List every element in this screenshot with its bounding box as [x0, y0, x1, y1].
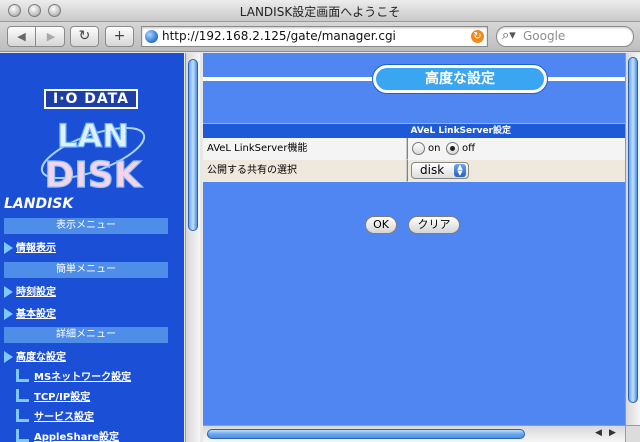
title-rule-right: [547, 77, 625, 81]
browser-toolbar: ◀ ▶ ↻ + http://192.168.2.125/gate/manage…: [0, 22, 640, 52]
globe-icon: [145, 30, 158, 43]
sidebar-subitem-tcpip[interactable]: TCP/IP設定: [16, 388, 90, 407]
table-row: 公開する共有の選択 disk ▲ ▼: [203, 160, 625, 182]
main-scroll-thumb[interactable]: [628, 57, 638, 403]
brand-label: LANDISK: [4, 196, 74, 212]
add-bookmark-button[interactable]: +: [105, 26, 134, 47]
tree-elbow-icon: [16, 408, 29, 422]
browser-window: LANDISK設定画面へようこそ ◀ ▶ ↻ + http://192.168.…: [0, 0, 640, 442]
title-bar: LANDISK設定画面へようこそ: [0, 0, 640, 22]
horizontal-scroll-thumb[interactable]: [207, 429, 525, 439]
row-value-share: disk ▲ ▼: [408, 160, 625, 182]
sidebar-item-advanced[interactable]: 高度な設定: [4, 350, 66, 366]
sidebar-scroll-thumb[interactable]: [188, 59, 198, 231]
sidebar-item-time[interactable]: 時刻設定: [4, 285, 56, 301]
radio-off[interactable]: [446, 142, 459, 155]
ok-button[interactable]: OK: [365, 216, 397, 234]
settings-table: AVeL LinkServer設定 AVeL LinkServer機能 on o…: [203, 123, 625, 182]
row-label-share: 公開する共有の選択: [203, 160, 407, 182]
sidebar-subitem-service[interactable]: サービス設定: [16, 408, 94, 427]
radio-on-label: on: [428, 143, 441, 154]
radio-off-label: off: [462, 143, 476, 154]
main-scrollbar[interactable]: [625, 53, 640, 425]
iodata-logo: I·O DATA: [44, 89, 138, 109]
section-header-simple: 簡単メニュー: [4, 262, 168, 278]
table-header: AVeL LinkServer設定: [203, 123, 625, 138]
window-title: LANDISK設定画面へようこそ: [239, 5, 401, 19]
reload-button[interactable]: ↻: [70, 26, 99, 47]
nav-button-group: ◀ ▶: [7, 26, 65, 47]
back-button[interactable]: ◀: [8, 27, 36, 46]
horizontal-scrollbar[interactable]: ◀ ▶: [203, 425, 625, 442]
table-row: AVeL LinkServer機能 on off: [203, 138, 625, 160]
search-placeholder: Google: [523, 29, 566, 43]
share-select-value: disk: [420, 163, 445, 177]
scroll-left-icon[interactable]: ◀: [595, 428, 602, 438]
reload-icon[interactable]: ↻: [471, 30, 484, 43]
sidebar-subitem-appleshare[interactable]: AppleShare設定: [16, 428, 119, 442]
search-field[interactable]: ⌕▾ Google: [496, 26, 634, 47]
triangle-icon: [4, 242, 13, 254]
section-header-detail: 詳細メニュー: [4, 327, 168, 343]
svg-text:DISK: DISK: [44, 155, 142, 193]
triangle-icon: [4, 351, 13, 363]
sidebar-subitem-ms-network[interactable]: MSネットワーク設定: [16, 368, 131, 387]
tree-elbow-icon: [16, 388, 29, 402]
forward-button[interactable]: ▶: [37, 27, 64, 46]
sidebar-scrollbar[interactable]: [185, 53, 200, 442]
svg-text:LAN: LAN: [57, 117, 129, 155]
sidebar-frame: I·O DATA LAN DISK LANDISK 表示メニュー 情報表示 簡単…: [0, 53, 184, 442]
tree-elbow-icon: [16, 368, 29, 382]
page-title: 高度な設定: [373, 65, 547, 93]
radio-on[interactable]: [412, 142, 425, 155]
clear-button[interactable]: クリア: [408, 216, 460, 234]
row-label-linkserver: AVeL LinkServer機能: [203, 138, 407, 160]
resize-corner[interactable]: [625, 425, 640, 442]
share-select[interactable]: disk ▲ ▼: [411, 162, 469, 179]
landisk-logo: LAN DISK: [40, 116, 146, 193]
search-icon: ⌕▾: [502, 28, 516, 43]
triangle-icon: [4, 308, 13, 320]
updown-arrows-icon: ▲ ▼: [454, 164, 466, 177]
sidebar-item-basic[interactable]: 基本設定: [4, 307, 56, 323]
sidebar-item-info[interactable]: 情報表示: [4, 241, 56, 257]
address-bar[interactable]: http://192.168.2.125/gate/manager.cgi ↻: [141, 26, 488, 47]
url-text: http://192.168.2.125/gate/manager.cgi: [162, 29, 396, 43]
main-frame: 高度な設定 AVeL LinkServer設定 AVeL LinkServer機…: [203, 53, 625, 425]
title-rule-left: [203, 77, 373, 81]
row-value-linkserver: on off: [408, 138, 625, 160]
scroll-right-icon[interactable]: ▶: [609, 428, 616, 438]
section-header-display: 表示メニュー: [4, 218, 168, 234]
triangle-icon: [4, 286, 13, 298]
tree-elbow-icon: [16, 428, 29, 442]
